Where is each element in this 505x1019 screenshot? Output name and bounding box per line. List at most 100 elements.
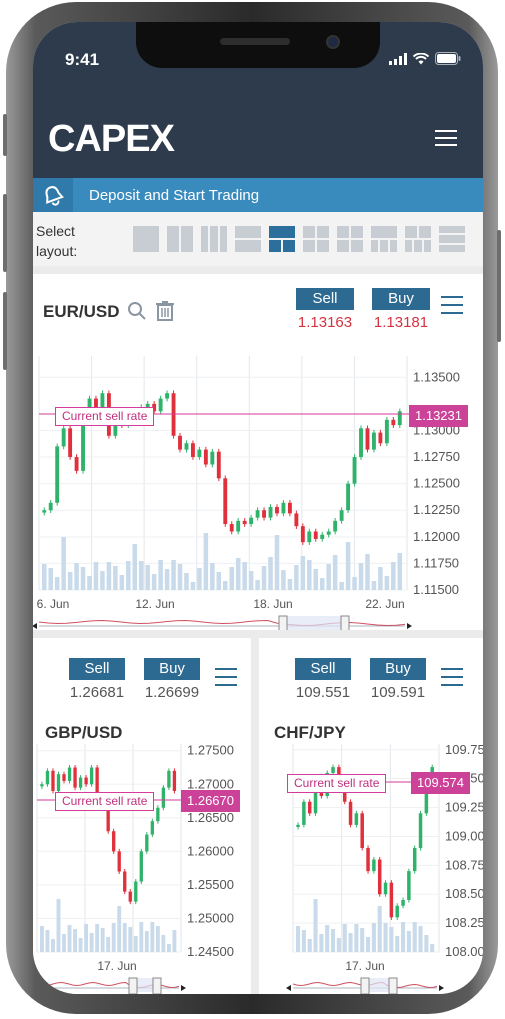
y-tick-label: 108.750: [445, 857, 483, 872]
capex-logo[interactable]: CAPEX: [48, 118, 175, 161]
status-time: 9:41: [65, 50, 100, 69]
candle-body: [158, 398, 163, 412]
layout-option-8[interactable]: [371, 226, 397, 252]
eurusd-chart[interactable]: 1.135001.130001.127501.125001.122501.120…: [33, 334, 483, 630]
chfjpy-sell-button[interactable]: Sell: [295, 658, 351, 680]
volume-bar: [424, 935, 429, 952]
layout-option-9[interactable]: [405, 226, 431, 252]
candle-body: [172, 770, 177, 791]
volume-bar: [95, 924, 100, 952]
eurusd-sell-button[interactable]: Sell: [296, 288, 354, 310]
layout-option-2[interactable]: [167, 226, 193, 252]
volume-bar: [365, 554, 370, 590]
navigator-handle: [152, 977, 162, 994]
volume-bar: [384, 576, 390, 590]
chfjpy-current-sell-label: Current sell rate: [287, 774, 387, 793]
candle-body: [268, 507, 273, 518]
volume-bar: [307, 560, 312, 590]
layout-option-7[interactable]: [337, 226, 363, 252]
notch: [136, 22, 380, 68]
volume-bar: [391, 562, 396, 590]
y-tick-label: 1.11500: [413, 582, 459, 597]
candle-body: [128, 891, 132, 902]
candle-body: [365, 428, 370, 450]
eurusd-buy-price: 1.13181: [373, 314, 429, 331]
navigator-selection: [283, 616, 345, 630]
volume-bar: [155, 926, 160, 952]
candle-body: [313, 531, 318, 539]
eurusd-menu-icon[interactable]: [441, 296, 463, 320]
volume-bar: [100, 928, 105, 952]
volume-bar: [172, 930, 177, 952]
eurusd-current-rate: 1.13231: [409, 405, 468, 427]
candle-body: [372, 859, 376, 872]
layout-option-4[interactable]: [235, 226, 261, 252]
candle-body: [360, 813, 364, 848]
layout-option-1[interactable]: [133, 226, 159, 252]
volume-bar: [268, 557, 273, 590]
volume-bar: [151, 574, 157, 590]
candle-body: [223, 478, 228, 525]
chfjpy-chart[interactable]: 109.750109.500109.250109.000108.750108.5…: [259, 714, 483, 994]
layout-option-10[interactable]: [439, 226, 465, 252]
navigator-handle: [360, 977, 370, 994]
volume-bar: [164, 569, 170, 590]
volume-bar: [261, 566, 267, 590]
x-tick-label: 22. Jun: [365, 597, 404, 611]
y-tick-label: 109.750: [445, 742, 483, 757]
gbpusd-menu-icon[interactable]: [215, 668, 237, 692]
layout-option-6[interactable]: [303, 226, 329, 252]
volume-bar: [345, 542, 351, 590]
volume-bar: [62, 934, 66, 952]
gbpusd-sell-button[interactable]: Sell: [69, 658, 125, 680]
candle-body: [56, 774, 61, 791]
candle-body: [352, 457, 357, 484]
candle-body: [372, 432, 376, 450]
navigator-arrow-right: [439, 985, 444, 991]
y-tick-label: 1.12750: [413, 449, 460, 464]
candle-body: [68, 428, 73, 458]
volume-bar: [223, 581, 228, 590]
volume-down-button: [3, 292, 7, 370]
chfjpy-buy-button[interactable]: Buy: [370, 658, 426, 680]
candle-body: [378, 432, 383, 444]
volume-bar: [319, 578, 325, 590]
eurusd-current-sell-label: Current sell rate: [55, 407, 155, 426]
volume-bar: [51, 939, 55, 952]
candle-body: [302, 801, 306, 825]
gbpusd-buy-price: 1.26699: [144, 684, 200, 701]
volume-bar: [313, 569, 319, 590]
speaker: [220, 38, 290, 45]
volume-bar: [354, 924, 359, 952]
candle-body: [391, 419, 396, 426]
volume-bar: [401, 922, 406, 952]
layout-option-3[interactable]: [201, 226, 227, 252]
deposit-banner[interactable]: Deposit and Start Trading: [33, 178, 483, 212]
gbpusd-buy-button[interactable]: Buy: [144, 658, 200, 680]
layout-label-line1: Select: [36, 223, 75, 239]
eurusd-buy-button[interactable]: Buy: [372, 288, 430, 310]
volume-bar: [296, 926, 301, 952]
candle-body: [275, 507, 279, 514]
volume-bar: [73, 929, 77, 952]
trash-icon[interactable]: [155, 300, 175, 322]
menu-icon[interactable]: [435, 130, 457, 151]
y-tick-label: 1.25500: [187, 877, 234, 892]
gbpusd-current-sell-label: Current sell rate: [55, 792, 155, 811]
search-icon[interactable]: [127, 301, 147, 321]
chfjpy-sell-price: 109.551: [295, 684, 351, 701]
layout-option-5[interactable]: [269, 226, 295, 252]
gbpusd-sell-price: 1.26681: [69, 684, 125, 701]
volume-bar: [360, 928, 365, 952]
candle-body: [354, 813, 359, 825]
gbpusd-chart[interactable]: 1.27500 1.27000 1.26500 1.26000 1.25500 1.250…: [33, 714, 251, 994]
candle-body: [339, 510, 344, 521]
chfjpy-menu-icon[interactable]: [441, 668, 463, 692]
layout-label-line2: layout:: [36, 243, 78, 259]
candle-body: [62, 774, 66, 781]
navigator-arrow-right: [407, 623, 412, 629]
chfjpy-buy-price: 109.591: [370, 684, 426, 701]
volume-bar: [67, 572, 73, 590]
camera: [326, 35, 340, 49]
candle-body: [216, 451, 221, 479]
